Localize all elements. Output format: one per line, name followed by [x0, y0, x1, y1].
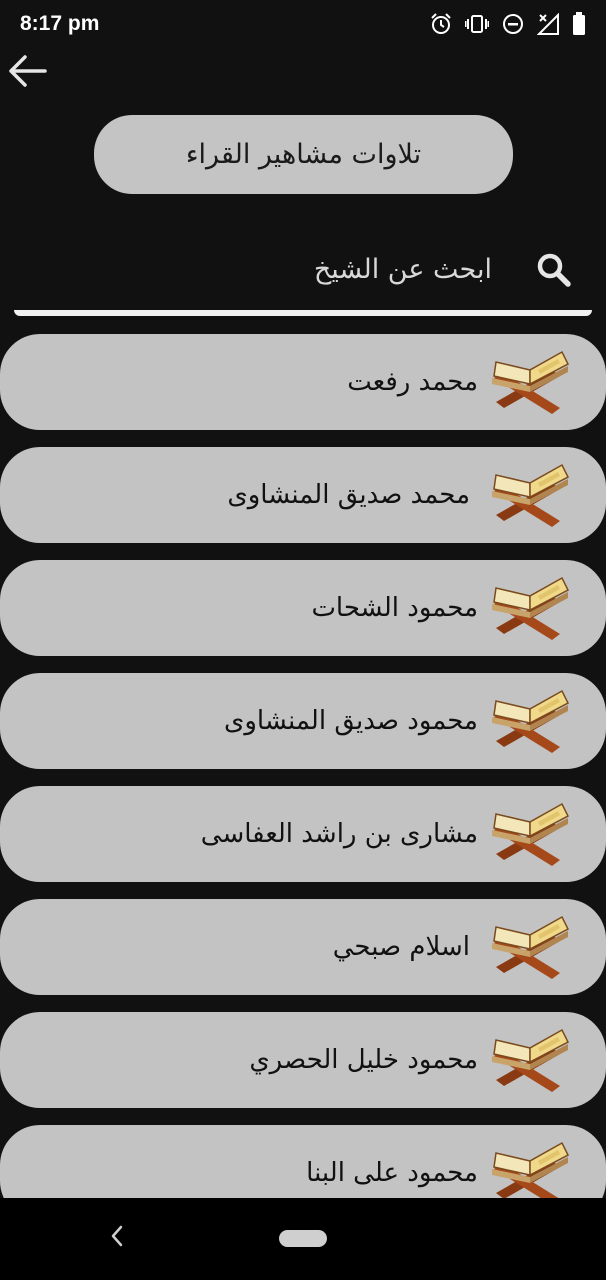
home-pill-icon[interactable] — [279, 1230, 327, 1247]
quran-stand-icon — [486, 687, 576, 757]
status-icons — [430, 12, 586, 36]
quran-stand-icon — [486, 574, 576, 644]
page-title: تلاوات مشاهير القراء — [185, 139, 422, 170]
do-not-disturb-icon — [502, 13, 524, 35]
vibrate-icon — [465, 14, 489, 34]
status-bar: 8:17 pm — [0, 0, 606, 48]
system-nav-bar — [0, 1198, 606, 1280]
reciter-item[interactable]: اسلام صبحي — [0, 899, 606, 995]
reciter-name: محمد رفعت — [347, 367, 478, 397]
reciter-name: محمود على البنا — [306, 1158, 478, 1188]
quran-stand-icon — [486, 348, 576, 418]
reciter-name: محمد صديق المنشاوى — [227, 480, 470, 510]
alarm-icon — [430, 13, 452, 35]
reciter-name: اسلام صبحي — [332, 932, 470, 962]
quran-stand-icon — [486, 913, 576, 983]
reciter-list: محمد رفعت محمد صديق المنشاوى محمود الشحا… — [0, 334, 606, 1198]
reciter-item[interactable]: محمود خليل الحصري — [0, 1012, 606, 1108]
reciter-item[interactable]: مشارى بن راشد العفاسى — [0, 786, 606, 882]
reciter-name: محمود الشحات — [311, 593, 478, 623]
reciter-item[interactable]: محمود صديق المنشاوى — [0, 673, 606, 769]
reciter-name: محمود خليل الحصري — [249, 1045, 478, 1075]
status-time: 8:17 pm — [20, 12, 100, 35]
reciter-name: محمود صديق المنشاوى — [224, 706, 478, 736]
back-button[interactable] — [4, 50, 50, 96]
quran-stand-icon — [486, 461, 576, 531]
arrow-left-icon — [7, 54, 47, 92]
quran-stand-icon — [486, 1026, 576, 1096]
search-bar — [14, 230, 592, 316]
reciter-item[interactable]: محمود الشحات — [0, 560, 606, 656]
reciter-item[interactable]: محمود على البنا — [0, 1125, 606, 1198]
nav-back-button[interactable] — [100, 1220, 134, 1256]
reciter-name: مشارى بن راشد العفاسى — [200, 819, 478, 849]
page-title-pill: تلاوات مشاهير القراء — [94, 115, 513, 194]
signal-off-icon — [537, 13, 559, 35]
quran-stand-icon — [486, 1139, 576, 1198]
quran-stand-icon — [486, 800, 576, 870]
reciter-item[interactable]: محمد رفعت — [0, 334, 606, 430]
search-icon[interactable] — [534, 250, 574, 290]
search-input[interactable] — [14, 230, 514, 308]
search-underline — [14, 310, 592, 316]
battery-icon — [572, 12, 586, 36]
reciter-item[interactable]: محمد صديق المنشاوى — [0, 447, 606, 543]
back-chevron-icon — [109, 1224, 125, 1252]
